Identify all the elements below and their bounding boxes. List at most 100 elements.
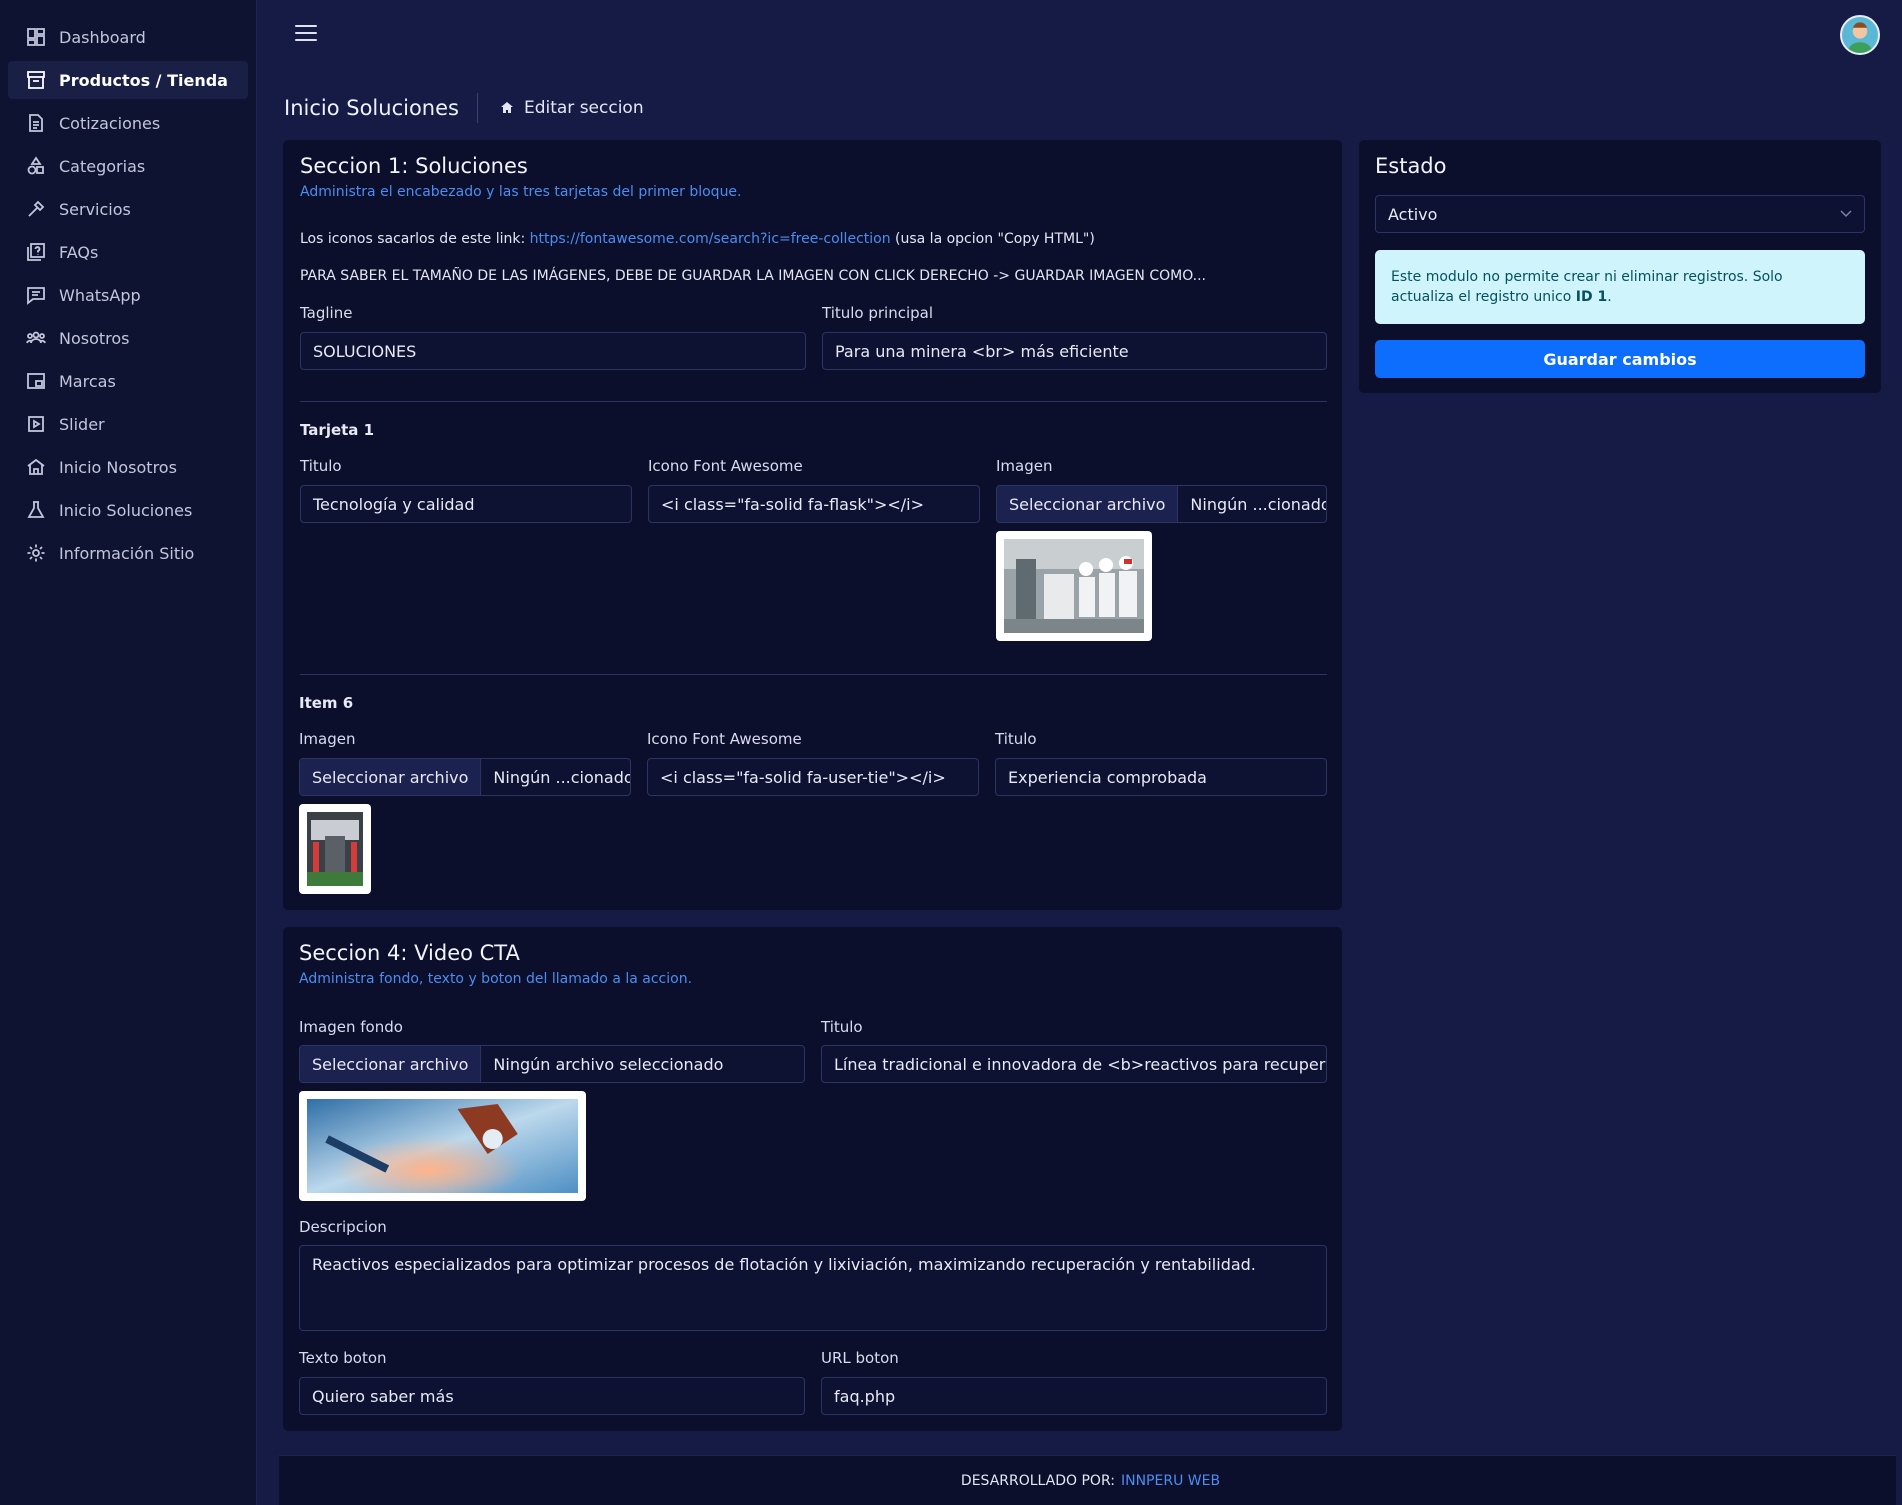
choose-file-button[interactable]: Seleccionar archivo: [300, 759, 482, 795]
section4-card: Seccion 4: Video CTA Administra fondo, t…: [283, 927, 1342, 1431]
tagline-label: Tagline: [300, 304, 353, 322]
home-icon: [25, 456, 47, 478]
sidebar-item-label: Productos / Tienda: [59, 70, 228, 90]
sidebar-item-whatsapp[interactable]: WhatsApp: [8, 276, 248, 314]
tools-icon: [25, 198, 47, 220]
item6-icon-label: Icono Font Awesome: [647, 730, 802, 748]
sidebar-item-cotizaciones[interactable]: Cotizaciones: [8, 104, 248, 142]
cta-title-label: Titulo: [821, 1018, 863, 1036]
image-size-warning: PARA SABER EL TAMAÑO DE LAS IMÁGENES, DE…: [300, 268, 1207, 284]
sidebar-item-servicios[interactable]: Servicios: [8, 190, 248, 228]
menu-icon[interactable]: [295, 25, 317, 43]
icons-note-text: Los iconos sacarlos de este link:: [300, 231, 530, 247]
estado-select[interactable]: Activo: [1375, 195, 1865, 233]
estado-select-value: Activo: [1388, 204, 1438, 224]
choose-file-button[interactable]: Seleccionar archivo: [300, 1046, 482, 1082]
footer-link[interactable]: INNPERU WEB: [1121, 1473, 1220, 1489]
sidebar-item-label: FAQs: [59, 242, 99, 262]
card1-title-label: Titulo: [300, 457, 342, 475]
sidebar-item-slider[interactable]: Slider: [8, 405, 248, 443]
item6-image-label: Imagen: [299, 730, 356, 748]
card1-title-input[interactable]: Tecnología y calidad: [300, 485, 632, 523]
sidebar-item-inicio-soluciones[interactable]: Inicio Soluciones: [8, 491, 248, 529]
breadcrumb: Inicio Soluciones Editar seccion: [284, 93, 644, 123]
shapes-icon: [25, 155, 47, 177]
breadcrumb-divider: [476, 93, 478, 123]
item6-icon-input[interactable]: <i class="fa-solid fa-user-tie"></i>: [647, 758, 979, 796]
cta-title-input[interactable]: Línea tradicional e innovadora de <b>rea…: [821, 1045, 1327, 1083]
sidebar-item-inicio-nosotros[interactable]: Inicio Nosotros: [8, 448, 248, 486]
sidebar-item-label: Marcas: [59, 371, 116, 391]
bg-image-preview: [299, 1091, 586, 1201]
item6-title-label: Titulo: [995, 730, 1037, 748]
footer-text: DESARROLLADO POR:: [960, 1472, 1115, 1489]
divider: [300, 674, 1327, 675]
flask-icon: [25, 499, 47, 521]
gear-icon: [25, 542, 47, 564]
sidebar-item-categorias[interactable]: Categorias: [8, 147, 248, 185]
icons-note: Los iconos sacarlos de este link: https:…: [300, 231, 1095, 247]
section1-card: Seccion 1: Soluciones Administra el enca…: [283, 140, 1342, 910]
file-name: Ningún ...cionado: [1190, 494, 1326, 514]
sidebar-item-label: Dashboard: [59, 27, 146, 47]
divider: [300, 401, 1327, 402]
sidebar-item-dashboard[interactable]: Dashboard: [8, 18, 248, 56]
button-url-label: URL boton: [821, 1349, 899, 1367]
description-textarea[interactable]: Reactivos especializados para optimizar …: [299, 1245, 1327, 1331]
scrollbar[interactable]: [1896, 0, 1902, 1505]
section4-title: Seccion 4: Video CTA: [299, 941, 520, 965]
file-name: Ningún ...cionado: [493, 767, 630, 787]
home-icon: [500, 102, 513, 113]
section1-subtitle: Administra el encabezado y las tres tarj…: [300, 184, 742, 200]
main-title-input[interactable]: Para una minera <br> más eficiente: [822, 332, 1327, 370]
sidebar-item-label: Inicio Soluciones: [59, 500, 193, 520]
document-icon: [25, 112, 47, 134]
card1-file-input[interactable]: Seleccionar archivo Ningún ...cionado: [996, 485, 1327, 523]
avatar[interactable]: [1840, 15, 1880, 55]
sidebar-item-label: Cotizaciones: [59, 113, 161, 133]
button-url-input[interactable]: faq.php: [821, 1377, 1327, 1415]
sidebar-item-label: Inicio Nosotros: [59, 457, 177, 477]
estado-title: Estado: [1375, 154, 1447, 178]
item6-title-input[interactable]: Experiencia comprobada: [995, 758, 1327, 796]
sidebar-item-nosotros[interactable]: Nosotros: [8, 319, 248, 357]
store-icon: [25, 69, 47, 91]
bg-file-input[interactable]: Seleccionar archivo Ningún archivo selec…: [299, 1045, 805, 1083]
card1-heading: Tarjeta 1: [300, 421, 375, 439]
card1-image-label: Imagen: [996, 457, 1053, 475]
file-name: Ningún archivo seleccionado: [493, 1054, 724, 1074]
dashboard-icon: [25, 26, 47, 48]
breadcrumb-label: Editar seccion: [523, 98, 644, 118]
choose-file-button[interactable]: Seleccionar archivo: [997, 486, 1179, 522]
page-title: Inicio Soluciones: [284, 96, 459, 120]
sidebar-item-productos[interactable]: Productos / Tienda: [8, 61, 248, 99]
card1-icon-label: Icono Font Awesome: [648, 457, 803, 475]
card1-icon-input[interactable]: <i class="fa-solid fa-flask"></i>: [648, 485, 980, 523]
item6-heading: Item 6: [299, 694, 354, 712]
item6-file-input[interactable]: Seleccionar archivo Ningún ...cionado: [299, 758, 631, 796]
chevron-down-icon: [1840, 210, 1852, 218]
card1-image-preview: [996, 531, 1152, 641]
sidebar-item-label: Categorias: [59, 156, 146, 176]
main-title-label: Titulo principal: [822, 304, 934, 322]
section4-subtitle: Administra fondo, texto y boton del llam…: [299, 971, 693, 987]
users-icon: [25, 327, 47, 349]
sidebar-item-label: Información Sitio: [59, 543, 195, 563]
save-button[interactable]: Guardar cambios: [1375, 340, 1865, 378]
sidebar-item-label: Slider: [59, 414, 105, 434]
button-text-label: Texto boton: [299, 1349, 387, 1367]
item6-image-preview: [299, 804, 371, 894]
sidebar-item-informacion-sitio[interactable]: Información Sitio: [8, 534, 248, 572]
sidebar-item-label: Servicios: [59, 199, 131, 219]
chat-icon: [25, 284, 47, 306]
sidebar-item-faqs[interactable]: FAQs: [8, 233, 248, 271]
button-text-input[interactable]: Quiero saber más: [299, 1377, 805, 1415]
footer: DESARROLLADO POR: INNPERU WEB: [279, 1455, 1902, 1505]
info-alert-end: .: [1607, 289, 1612, 305]
play-square-icon: [25, 413, 47, 435]
help-icon: [25, 241, 47, 263]
tagline-input[interactable]: SOLUCIONES: [300, 332, 806, 370]
fontawesome-link[interactable]: https://fontawesome.com/search?ic=free-c…: [530, 231, 891, 247]
sidebar-item-marcas[interactable]: Marcas: [8, 362, 248, 400]
estado-card: Estado Activo Este modulo no permite cre…: [1359, 140, 1881, 393]
